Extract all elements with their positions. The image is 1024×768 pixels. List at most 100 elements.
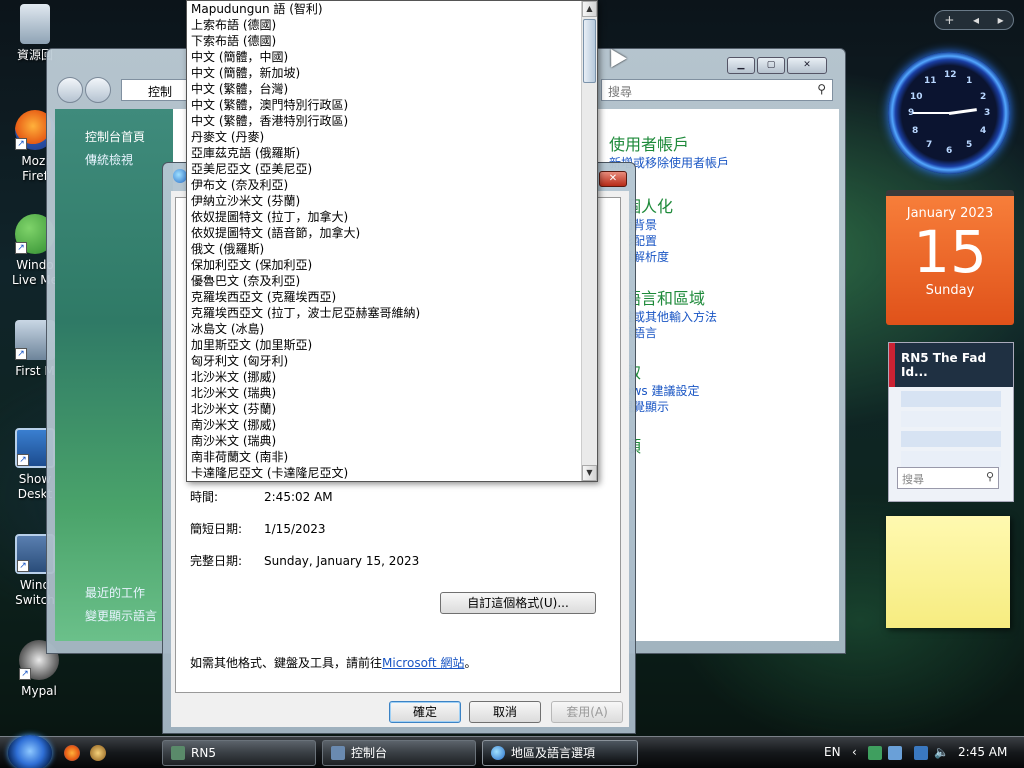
- shortcut-arrow-icon: ↗: [15, 138, 27, 150]
- show-hidden-icons-chevron-icon[interactable]: ‹: [852, 745, 857, 759]
- close-button[interactable]: ✕: [787, 57, 827, 74]
- dropdown-option[interactable]: 伊布文 (奈及利亞): [187, 177, 581, 193]
- dropdown-option[interactable]: 亞庫茲克語 (俄羅斯): [187, 145, 581, 161]
- search-icon[interactable]: ⚲: [986, 470, 994, 483]
- scroll-down-arrow-icon[interactable]: ▼: [582, 465, 597, 481]
- taskbar-item-rn5[interactable]: RN5: [162, 740, 316, 766]
- clock-number-11: 11: [924, 76, 937, 86]
- taskbar-item-control-panel[interactable]: 控制台: [322, 740, 476, 766]
- dropdown-option[interactable]: 優魯巴文 (奈及利亞): [187, 273, 581, 289]
- dropdown-option[interactable]: 加里斯亞文 (加里斯亞): [187, 337, 581, 353]
- microsoft-website-link[interactable]: Microsoft 網站: [382, 656, 464, 670]
- scroll-up-arrow-icon[interactable]: ▲: [582, 1, 597, 17]
- back-button[interactable]: [57, 77, 83, 103]
- feed-headlines-gadget[interactable]: RN5 The Fad Id... 搜尋 ⚲: [888, 342, 1014, 502]
- dropdown-option[interactable]: 上索布語 (德國): [187, 17, 581, 33]
- apply-button[interactable]: 套用(A): [551, 701, 623, 723]
- dropdown-option[interactable]: 保加利亞文 (保加利亞): [187, 257, 581, 273]
- dropdown-option[interactable]: 俄文 (俄羅斯): [187, 241, 581, 257]
- clock-number-12: 12: [944, 70, 957, 80]
- dropdown-option[interactable]: 亞美尼亞文 (亞美尼亞): [187, 161, 581, 177]
- clock-minute-hand: [913, 112, 949, 114]
- task-label: RN5: [191, 746, 216, 760]
- dropdown-option[interactable]: 北沙米文 (挪威): [187, 369, 581, 385]
- display-icon[interactable]: [914, 746, 928, 760]
- search-input[interactable]: 搜尋 ⚲: [601, 79, 833, 101]
- feed-search-input[interactable]: 搜尋 ⚲: [897, 467, 999, 489]
- sidebar-item-home[interactable]: 控制台首頁: [55, 125, 173, 148]
- dropdown-options: Mapudungun 語 (智利) 上索布語 (德國) 下索布語 (德國) 中文 (簡…: [187, 1, 581, 481]
- clock-number-1: 1: [966, 76, 973, 86]
- category-title[interactable]: 使用者帳戶: [609, 131, 729, 155]
- window-controls: ▁ ▢ ✕: [727, 57, 827, 74]
- long-date-row: 完整日期: Sunday, January 15, 2023: [190, 552, 419, 569]
- dropdown-option[interactable]: 中文 (繁體，澳門特別行政區): [187, 97, 581, 113]
- maximize-button[interactable]: ▢: [757, 57, 785, 74]
- dropdown-option[interactable]: 克羅埃西亞文 (克羅埃西亞): [187, 289, 581, 305]
- dropdown-option[interactable]: 下索布語 (德國): [187, 33, 581, 49]
- start-button[interactable]: [8, 735, 52, 768]
- mypal-quicklaunch-icon[interactable]: [90, 745, 106, 761]
- feed-item[interactable]: [901, 391, 1001, 407]
- dropdown-option[interactable]: 中文 (繁體，台灣): [187, 81, 581, 97]
- cancel-button[interactable]: 取消: [469, 701, 541, 723]
- shortcut-arrow-icon: ↗: [19, 668, 31, 680]
- previous-page-button[interactable]: ◂: [973, 13, 979, 27]
- firefox-quicklaunch-icon[interactable]: [64, 745, 80, 761]
- scrollbar-thumb[interactable]: [583, 19, 596, 83]
- dropdown-option[interactable]: 北沙米文 (瑞典): [187, 385, 581, 401]
- taskbar-item-region-language[interactable]: 地區及語言選項: [482, 740, 638, 766]
- clock-gadget[interactable]: 12 1 2 3 4 5 6 7 8 9 10 11: [888, 52, 1010, 174]
- dropdown-scrollbar[interactable]: ▲ ▼: [581, 1, 597, 481]
- shortcut-arrow-icon: ↗: [17, 560, 29, 572]
- format-language-dropdown[interactable]: Mapudungun 語 (智利) 上索布語 (德國) 下索布語 (德國) 中文 (簡…: [186, 0, 598, 482]
- calendar-gadget[interactable]: January 2023 15 Sunday: [886, 190, 1014, 325]
- sidebar-controls: + ◂ ▸: [934, 10, 1014, 30]
- close-button[interactable]: ✕: [599, 171, 627, 187]
- dropdown-option[interactable]: 中文 (簡體，新加坡): [187, 65, 581, 81]
- dropdown-option[interactable]: 依奴提圖特文 (拉丁，加拿大): [187, 209, 581, 225]
- next-page-button[interactable]: ▸: [998, 13, 1004, 27]
- feed-item[interactable]: [901, 451, 1001, 467]
- dropdown-option[interactable]: 北沙米文 (芬蘭): [187, 401, 581, 417]
- globe-icon: [491, 746, 505, 760]
- customize-format-button[interactable]: 自訂這個格式(U)...: [440, 592, 596, 614]
- sidebar-item-classic-view[interactable]: 傳統檢視: [55, 148, 173, 171]
- feed-item[interactable]: [901, 431, 1001, 447]
- forward-button[interactable]: [85, 77, 111, 103]
- dropdown-option[interactable]: 南沙米文 (瑞典): [187, 433, 581, 449]
- dropdown-option[interactable]: 南非荷蘭文 (南非): [187, 449, 581, 465]
- sticky-note-gadget[interactable]: [886, 516, 1010, 628]
- dropdown-option[interactable]: 丹麥文 (丹麥): [187, 129, 581, 145]
- sidebar-item-change-display-language[interactable]: 變更顯示語言: [55, 604, 173, 627]
- clock-number-8: 8: [912, 126, 919, 136]
- input-language-indicator[interactable]: EN: [824, 745, 841, 759]
- dropdown-option[interactable]: 中文 (簡體，中國): [187, 49, 581, 65]
- clock-number-7: 7: [926, 140, 933, 150]
- dropdown-option[interactable]: 克羅埃西亞文 (拉丁，波士尼亞赫塞哥維納): [187, 305, 581, 321]
- dropdown-option[interactable]: 南沙米文 (挪威): [187, 417, 581, 433]
- dropdown-option[interactable]: 冰島文 (冰島): [187, 321, 581, 337]
- network-icon[interactable]: [868, 746, 882, 760]
- feed-item[interactable]: [901, 411, 1001, 427]
- dropdown-option[interactable]: 伊納立沙米文 (芬蘭): [187, 193, 581, 209]
- system-clock[interactable]: 2:45 AM: [958, 745, 1007, 759]
- minimize-button[interactable]: ▁: [727, 57, 755, 74]
- more-info-suffix: 。: [464, 656, 477, 670]
- address-text: 控制: [148, 85, 173, 99]
- dropdown-option[interactable]: 依奴提圖特文 (語音節，加拿大): [187, 225, 581, 241]
- dropdown-option[interactable]: Mapudungun 語 (智利): [187, 1, 581, 17]
- ok-button[interactable]: 確定: [389, 701, 461, 723]
- search-icon[interactable]: ⚲: [817, 82, 826, 96]
- more-info-text: 如需其他格式、鍵盤及工具，請前往Microsoft 網站。: [190, 654, 476, 671]
- tray-app-icon[interactable]: [888, 746, 902, 760]
- dropdown-option[interactable]: 中文 (繁體，香港特別行政區): [187, 113, 581, 129]
- shortcut-arrow-icon: ↗: [15, 348, 27, 360]
- shortcut-arrow-icon: ↗: [17, 454, 29, 466]
- short-date-value: 1/15/2023: [264, 522, 326, 536]
- dropdown-option[interactable]: 匈牙利文 (匈牙利): [187, 353, 581, 369]
- feed-title[interactable]: RN5 The Fad Id...: [889, 343, 1013, 387]
- dropdown-option[interactable]: 卡達隆尼亞文 (卡達隆尼亞文): [187, 465, 581, 481]
- add-gadget-button[interactable]: +: [944, 13, 954, 27]
- volume-icon[interactable]: 🔈: [934, 745, 949, 759]
